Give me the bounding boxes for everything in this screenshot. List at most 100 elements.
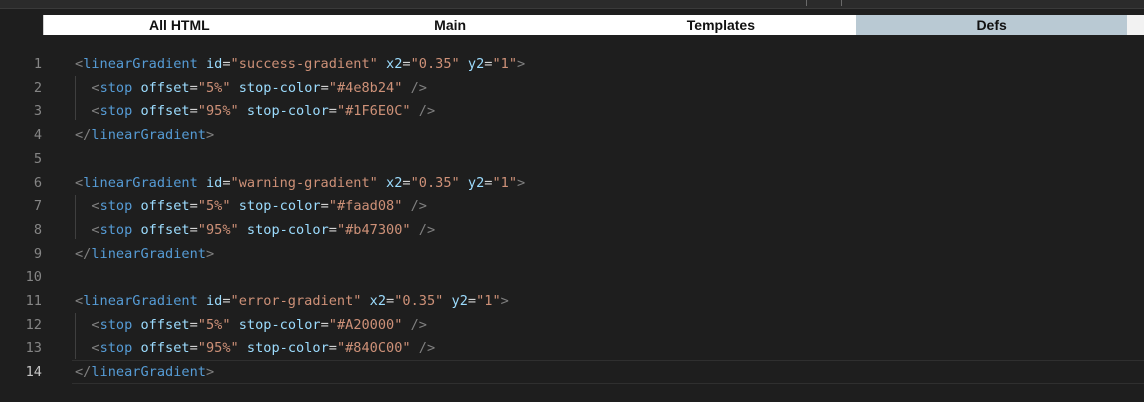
code-token: offset (140, 79, 190, 96)
code-line[interactable]: 9 </linearGradient> (0, 242, 1144, 266)
code-token: "#A20000" (328, 316, 403, 333)
code-text: <stop offset="95%" stop-color="#840C00" … (75, 336, 435, 360)
code-token: "#faad08" (328, 198, 403, 215)
code-token: </ (75, 364, 92, 381)
code-token: id (205, 293, 223, 309)
tab-defs[interactable]: Defs (856, 15, 1127, 35)
code-token: "warning-gradient" (230, 174, 378, 191)
code-token: </ (75, 245, 92, 262)
code-token: offset (140, 221, 190, 238)
code-token: < (75, 293, 84, 309)
code-token: stop-color (246, 340, 329, 357)
code-token: x2 (369, 293, 387, 309)
code-token: "#b47300" (336, 221, 411, 238)
code-token: /> (410, 316, 427, 333)
tab-bar-right-gutter (1127, 15, 1144, 35)
code-token: id (205, 56, 223, 72)
code-token: "1" (476, 293, 501, 309)
code-token: offset (140, 198, 190, 215)
code-token: < (91, 103, 100, 120)
code-token: offset (140, 340, 190, 357)
code-token: "95%" (197, 221, 239, 238)
tab-main[interactable]: Main (315, 15, 586, 35)
code-token: = (320, 198, 329, 215)
code-token: stop (99, 316, 133, 333)
line-number: 1 (33, 56, 42, 72)
code-token: < (75, 174, 84, 191)
top-strip-tick (806, 0, 807, 6)
code-token: = (189, 198, 198, 215)
code-token: stop-color (246, 103, 329, 120)
code-token: < (91, 198, 100, 215)
code-text: <stop offset="95%" stop-color="#1F6E0C" … (75, 99, 435, 123)
code-token: = (386, 293, 395, 309)
code-line[interactable]: 1 <linearGradient id="success-gradient" x… (0, 52, 1144, 76)
code-line[interactable]: 4 </linearGradient> (0, 123, 1144, 147)
code-token: </ (75, 127, 92, 144)
line-number: 9 (33, 245, 42, 262)
code-token: /> (418, 221, 436, 238)
code-token: "success-gradient" (230, 56, 378, 72)
code-token: linearGradient (83, 56, 198, 72)
code-token: "1" (492, 174, 518, 191)
code-token: "5%" (197, 198, 231, 215)
code-token: = (189, 103, 198, 120)
code-editor[interactable]: 1 < linearGradient id = "success-gradient" x… (0, 50, 1144, 402)
code-token: stop (99, 103, 133, 120)
line-number: 12 (25, 316, 42, 333)
code-token: = (189, 340, 198, 357)
code-line[interactable]: 5 (0, 147, 1144, 171)
code-line[interactable]: 10 (0, 265, 1144, 289)
code-token: y2 (451, 293, 468, 309)
code-text: <linearGradient id="warning-gradient" x2… (75, 171, 525, 195)
code-token: = (320, 316, 329, 333)
line-number: 13 (25, 340, 42, 357)
code-line[interactable]: 12 <stop offset="5%" stop-color="#A20000… (0, 313, 1144, 337)
tab-templates[interactable]: Templates (586, 15, 857, 35)
code-text: <linearGradient id="success-gradient" x2… (75, 52, 525, 76)
code-line[interactable]: 7 <stop offset="5%" stop-color="#faad08"… (0, 194, 1144, 218)
code-token: offset (140, 316, 190, 333)
line-number: 8 (33, 221, 42, 238)
code-line[interactable]: 14 </linearGradient> (0, 360, 1144, 385)
code-line[interactable]: 8 <stop offset="95%" stop-color="#b47300… (0, 218, 1144, 242)
code-line[interactable]: 6 <linearGradient id="warning-gradient" x… (0, 171, 1144, 195)
code-line[interactable]: 11 <linearGradient id="error-gradient" x2… (0, 289, 1144, 313)
line-number: 5 (33, 150, 42, 167)
code-token: "5%" (197, 316, 231, 333)
code-text: </linearGradient> (75, 360, 214, 384)
line-number: 11 (25, 293, 42, 309)
code-token: /> (418, 103, 436, 120)
tab-all-html[interactable]: All HTML (44, 15, 315, 35)
code-line[interactable]: 3 <stop offset="95%" stop-color="#1F6E0C… (0, 99, 1144, 123)
code-token: > (517, 174, 526, 191)
code-token: stop (99, 221, 133, 238)
line-number: 4 (33, 127, 42, 144)
line-number: 2 (33, 79, 42, 96)
code-token: > (500, 293, 509, 309)
code-token: < (91, 340, 100, 357)
code-line[interactable]: 2 <stop offset="5%" stop-color="#4e8b24"… (0, 76, 1144, 100)
code-line[interactable]: 13 <stop offset="95%" stop-color="#840C0… (0, 336, 1144, 360)
code-token: = (189, 221, 198, 238)
code-token: = (402, 56, 411, 72)
code-token: "#4e8b24" (328, 79, 403, 96)
code-token: = (189, 79, 198, 96)
code-token: x2 (386, 174, 403, 191)
code-token: x2 (386, 56, 403, 72)
code-token: < (91, 221, 100, 238)
